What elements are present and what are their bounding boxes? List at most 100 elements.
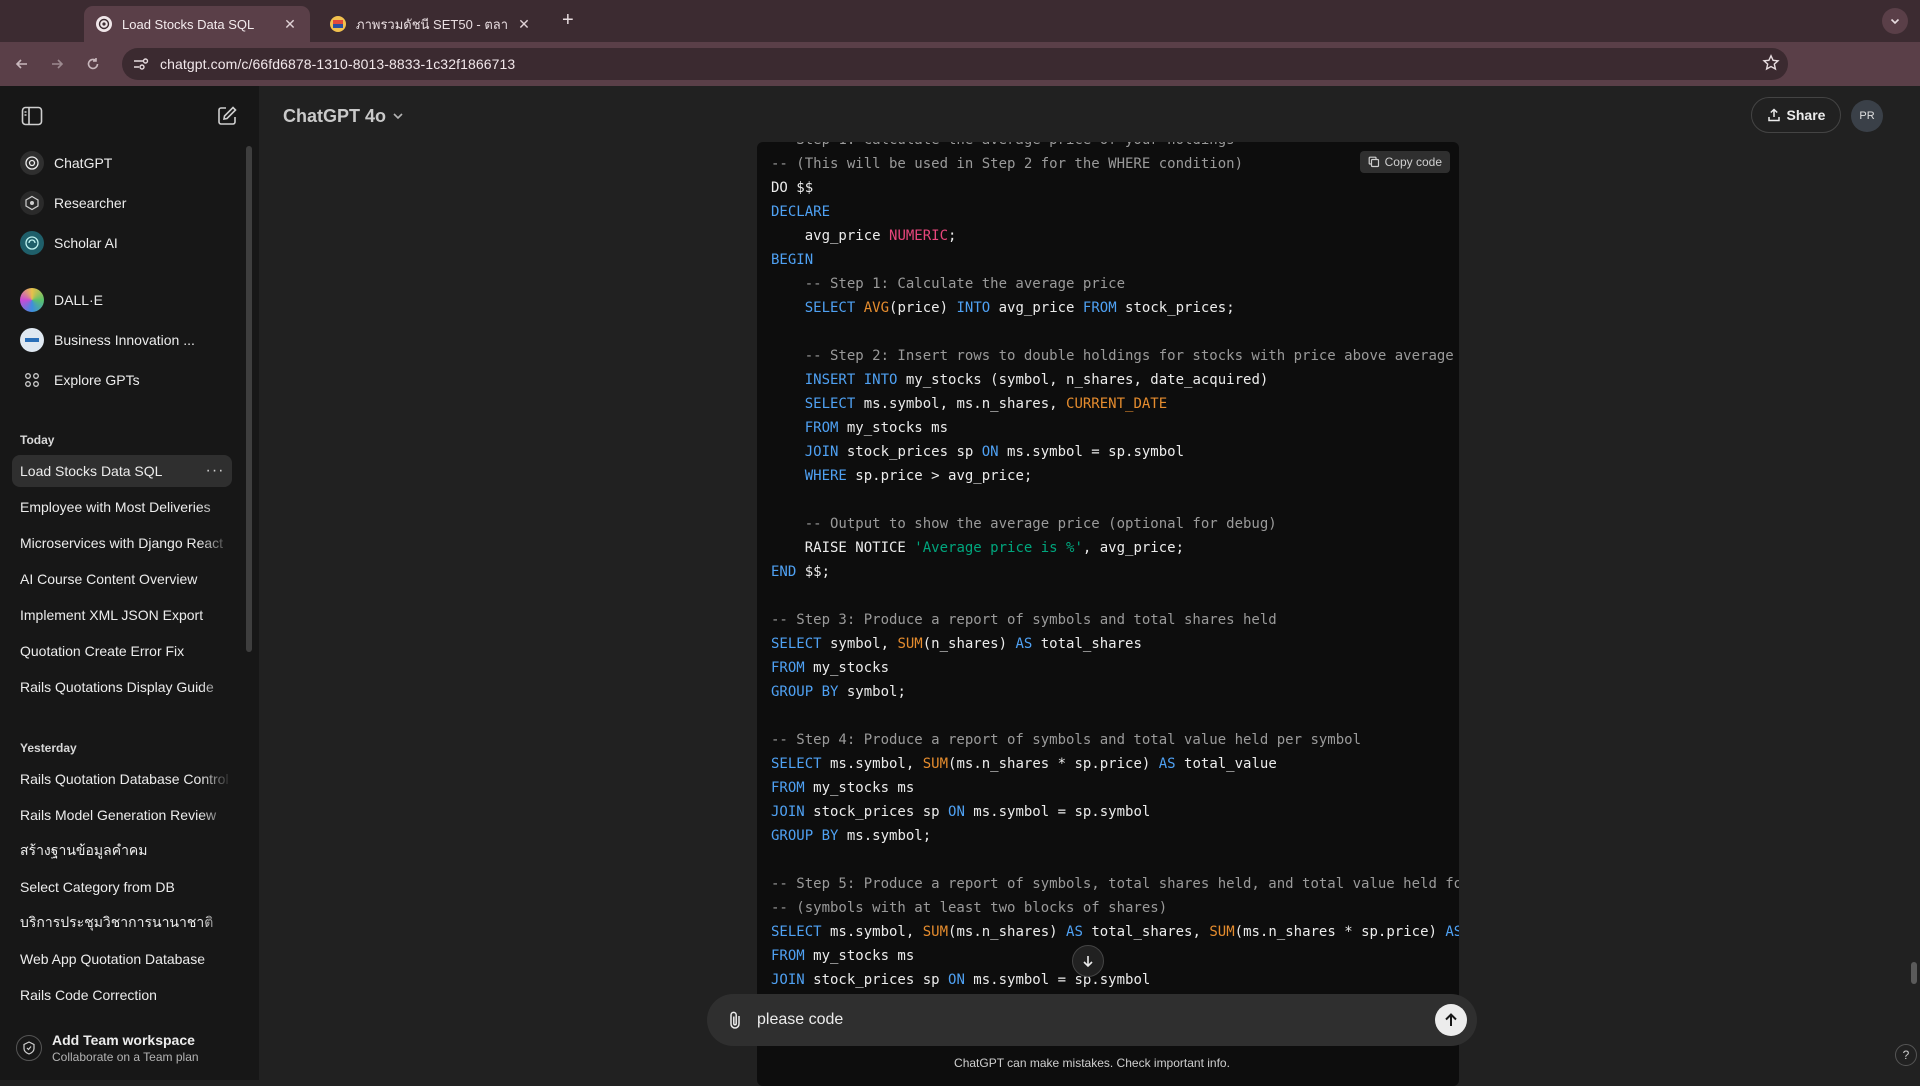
code-token: AS	[1066, 924, 1083, 940]
bookmark-star-icon[interactable]	[1762, 54, 1780, 77]
chat-item[interactable]: บริการประชุมวิชาการนานาชาติ	[12, 907, 232, 939]
team-workspace-icon	[16, 1035, 42, 1061]
code-token: SUM	[1209, 924, 1235, 940]
chat-item[interactable]: Quotation Create Error Fix	[12, 635, 232, 667]
code-token: NUMERIC	[889, 228, 949, 244]
chat-item[interactable]: AI Course Content Overview	[12, 563, 232, 595]
chat-item-label: บริการประชุมวิชาการนานาชาติ	[20, 914, 214, 930]
user-avatar[interactable]: PR	[1851, 100, 1883, 132]
code-token: (n_shares)	[922, 636, 1016, 652]
close-tab-icon[interactable]: ✕	[516, 16, 532, 33]
gpt-item-label: Researcher	[54, 195, 127, 211]
reload-icon[interactable]	[82, 53, 104, 75]
chat-item[interactable]: Rails Model Generation Review	[12, 799, 232, 831]
gpt-item-scholar-ai[interactable]: Scholar AI	[12, 225, 232, 261]
chat-item[interactable]: Microservices with Django React	[12, 527, 232, 559]
site-info-icon[interactable]	[132, 55, 150, 73]
code-token: stock_prices sp	[804, 804, 949, 820]
code-line: -- (symbols with at least two blocks of …	[771, 896, 1459, 920]
back-arrow-icon[interactable]	[11, 53, 33, 75]
code-line: BEGIN	[771, 248, 1459, 272]
sidebar: ChatGPT Researcher Scholar AI DALL·E Bus…	[0, 86, 259, 1080]
new-tab-plus-icon[interactable]: +	[562, 9, 574, 32]
code-token: symbol,	[821, 636, 898, 652]
chat-item-label: สร้างฐานข้อมูลคำคม	[20, 842, 148, 858]
paperclip-icon[interactable]	[725, 1010, 745, 1030]
code-token: my_stocks ms	[804, 780, 915, 796]
sidebar-toggle-icon[interactable]	[21, 106, 43, 131]
chat-item[interactable]: Employee with Most Deliveries	[12, 491, 232, 523]
chat-item-label: Select Category from DB	[20, 879, 175, 895]
gpt-item-business-innovation[interactable]: Business Innovation ...	[12, 322, 232, 358]
chat-item[interactable]: Rails Code Correction	[12, 979, 232, 1011]
code-line: SELECT ms.symbol, SUM(ms.n_shares) AS to…	[771, 920, 1459, 944]
forward-arrow-icon[interactable]	[46, 53, 68, 75]
chat-item[interactable]: สร้างฐานข้อมูลคำคม	[12, 835, 232, 867]
code-token: GROUP BY	[771, 828, 839, 844]
code-token: ;	[948, 228, 957, 244]
code-line: -- Step 4: Produce a report of symbols a…	[771, 728, 1459, 752]
chat-item[interactable]: Rails Quotation Database Control	[12, 763, 232, 795]
code-line: FROM my_stocks ms	[771, 416, 1459, 440]
code-token: ms.symbol, ms.n_shares,	[855, 396, 1067, 412]
chat-item-active[interactable]: Load Stocks Data SQL ···	[12, 455, 232, 487]
url-text: chatgpt.com/c/66fd6878-1310-8013-8833-1c…	[160, 56, 516, 72]
code-token: (ms.n_shares * sp.price)	[1234, 924, 1446, 940]
code-token: SELECT	[771, 636, 822, 652]
code-token: FROM	[804, 420, 839, 436]
chat-item[interactable]: Implement XML JSON Export	[12, 599, 232, 631]
code-token: -- Step 5: Produce a report of symbols, …	[771, 876, 1459, 892]
code-token: my_stocks ms	[838, 420, 949, 436]
model-selector[interactable]: ChatGPT 4o	[283, 106, 404, 127]
code-line: END $$;	[771, 560, 1459, 584]
new-chat-edit-icon[interactable]	[216, 105, 238, 132]
browser-tab-active[interactable]: Load Stocks Data SQL ✕	[84, 6, 310, 42]
gpt-item-label: ChatGPT	[54, 155, 113, 171]
gpt-item-explore[interactable]: Explore GPTs	[12, 362, 232, 398]
close-tab-icon[interactable]: ✕	[282, 16, 298, 33]
prompt-input[interactable]: please code	[757, 1011, 1435, 1029]
send-button[interactable]	[1435, 1004, 1467, 1036]
code-token: ms.symbol,	[821, 756, 923, 772]
chat-item[interactable]: Web App Quotation Database	[12, 943, 232, 975]
help-button[interactable]: ?	[1895, 1044, 1917, 1066]
code-token: my_stocks (symbol, n_shares, date_acquir…	[897, 372, 1269, 388]
browser-tab[interactable]: ภาพรวมดัชนี SET50 - ตลาดหลั ✕	[318, 6, 544, 42]
sidebar-scrollbar[interactable]	[246, 146, 252, 652]
chat-item-label: AI Course Content Overview	[20, 571, 198, 587]
code-line: JOIN stock_prices sp ON ms.symbol = sp.s…	[771, 800, 1459, 824]
tab-search-chevron-icon[interactable]	[1882, 8, 1908, 34]
code-token: DECLARE	[771, 204, 831, 220]
chat-item[interactable]: Select Category from DB	[12, 871, 232, 903]
address-bar[interactable]: chatgpt.com/c/66fd6878-1310-8013-8833-1c…	[122, 48, 1788, 80]
chat-item-label: Web App Quotation Database	[20, 951, 205, 967]
add-team-workspace[interactable]: Add Team workspace Collaborate on a Team…	[16, 1026, 246, 1070]
gpt-item-label: DALL·E	[54, 292, 104, 308]
code-token: -- Step 1: Calculate the average price	[771, 276, 1126, 292]
tab-title: ภาพรวมดัชนี SET50 - ตลาดหลั	[356, 16, 508, 32]
code-token: FROM	[771, 780, 805, 796]
code-line: JOIN stock_prices sp ON ms.symbol = sp.s…	[771, 440, 1459, 464]
chat-item[interactable]: Rails Quotations Display Guide	[12, 671, 232, 703]
code-token: ON	[948, 972, 965, 988]
gpt-item-researcher[interactable]: Researcher	[12, 185, 232, 221]
gpt-item-dalle[interactable]: DALL·E	[12, 282, 232, 318]
chat-item-label: Rails Quotation Database Control	[20, 771, 229, 787]
code-token: -- (This will be used in Step 2 for the …	[771, 156, 1244, 172]
code-token: -- Step 4: Produce a report of symbols a…	[771, 732, 1362, 748]
gpt-item-chatgpt[interactable]: ChatGPT	[12, 145, 232, 181]
tab-title: Load Stocks Data SQL	[122, 16, 255, 32]
code-token: my_stocks ms	[804, 948, 915, 964]
code-token: DO $$	[771, 180, 814, 196]
code-token: WHERE	[804, 468, 847, 484]
code-token: SUM	[922, 924, 949, 940]
copy-code-button[interactable]: Copy code	[1359, 151, 1450, 173]
scroll-to-bottom-button[interactable]	[1072, 945, 1104, 977]
more-options-icon[interactable]: ···	[204, 462, 226, 480]
code-token: SUM	[897, 636, 923, 652]
share-button[interactable]: Share	[1751, 97, 1841, 133]
main-scrollbar[interactable]	[1911, 962, 1917, 984]
